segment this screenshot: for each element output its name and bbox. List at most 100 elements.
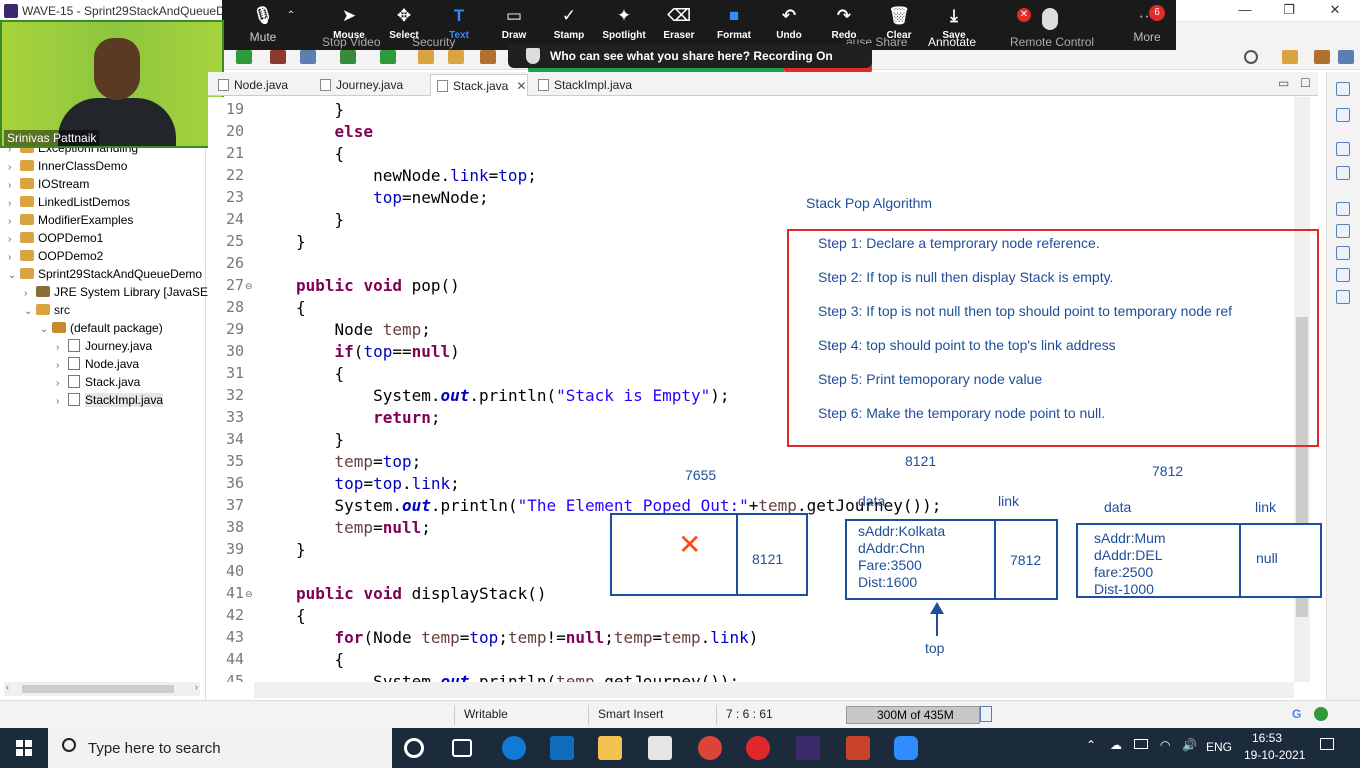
mail-icon[interactable] [550, 736, 574, 760]
fold-toggle-icon[interactable]: ⊖ [245, 281, 253, 292]
gc-trash-icon[interactable] [980, 706, 992, 722]
debug-icon[interactable] [270, 50, 286, 64]
language-indicator[interactable]: ENG [1206, 740, 1232, 754]
tree-item[interactable]: ⌄ Sprint29StackAndQueueDemo [8, 265, 202, 283]
zoom-tool-undo[interactable]: ↶ Undo [762, 0, 816, 50]
zoom-tool-mouse[interactable]: ➤ Mouse [322, 0, 376, 50]
powerpoint-icon[interactable] [846, 736, 870, 760]
java-file-icon [538, 79, 549, 91]
search-tool-icon[interactable] [480, 50, 496, 64]
tab-journey-java[interactable]: Journey.java [314, 74, 403, 96]
participant-video[interactable]: Srinivas Pattnaik [0, 20, 224, 148]
restore-view-icon-2[interactable] [1336, 142, 1350, 156]
move-icon: ✥ [396, 6, 412, 25]
close-annotation-icon[interactable]: ✕ [1017, 8, 1031, 22]
edge-browser-icon[interactable] [502, 736, 526, 760]
taskbar-search[interactable]: Type here to search [48, 728, 392, 768]
tree-item[interactable]: › Journey.java [56, 337, 152, 355]
clock-time[interactable]: 16:53 [1252, 731, 1282, 745]
zoom-tool-format[interactable]: ■ Format [707, 0, 761, 50]
sync-status-icon[interactable] [1314, 707, 1328, 721]
minimize-button[interactable]: — [1230, 2, 1260, 17]
javadoc-view-icon[interactable] [1336, 246, 1350, 260]
chrome-icon[interactable] [698, 736, 722, 760]
recording-notice[interactable]: Who can see what you share here? Recordi… [508, 44, 872, 68]
mute-button[interactable]: 🎙 Mute [240, 0, 286, 50]
explorer-scroll-thumb[interactable] [22, 685, 174, 693]
clock-date[interactable]: 19-10-2021 [1244, 748, 1305, 762]
scroll-right-icon[interactable]: › [195, 682, 198, 692]
tree-item[interactable]: ⌄ src [24, 301, 70, 319]
search-icon[interactable] [1244, 50, 1258, 64]
task-view-icon[interactable] [452, 739, 472, 757]
zoom-tool-select[interactable]: ✥ Select [377, 0, 431, 50]
tree-item[interactable]: › OOPDemo2 [8, 247, 103, 265]
tree-item[interactable]: › StackImpl.java [56, 391, 164, 411]
tray-expand-icon[interactable]: ⌃ [1086, 738, 1096, 752]
coverage-icon[interactable] [340, 50, 356, 64]
zoom-tool-eraser[interactable]: ⌫ Eraser [652, 0, 706, 50]
mute-options-chevron-icon[interactable]: ⌃ [286, 0, 296, 50]
google-icon[interactable]: G [1292, 707, 1301, 721]
opera-icon[interactable] [746, 736, 770, 760]
restore-view-icon[interactable] [1336, 82, 1350, 96]
tab-node-java[interactable]: Node.java [212, 74, 288, 96]
tab-stack-java[interactable]: Stack.java ✕ [430, 74, 528, 96]
tree-item[interactable]: › ModifierExamples [8, 211, 133, 229]
tree-item[interactable]: › IOStream [8, 175, 89, 193]
run-icon[interactable] [236, 50, 252, 64]
fold-toggle-icon[interactable]: ⊖ [245, 589, 253, 600]
close-tab-icon[interactable]: ✕ [516, 79, 526, 93]
start-button[interactable] [16, 740, 32, 756]
problems-view-icon[interactable] [1336, 224, 1350, 238]
zoom-tool-stamp[interactable]: ✓ Stamp [542, 0, 596, 50]
java-ee-perspective-icon[interactable] [1314, 50, 1330, 64]
restore-view-icon-3[interactable] [1336, 202, 1350, 216]
expanded-chevron-icon[interactable]: ⌄ [8, 267, 20, 285]
tree-item[interactable]: › Node.java [56, 355, 139, 373]
java-perspective-icon[interactable] [1338, 50, 1354, 64]
zoom-tool-text[interactable]: T Text [432, 0, 486, 50]
new-icon[interactable] [300, 50, 316, 64]
cloud-icon[interactable]: ☁ [1110, 738, 1122, 752]
console-view-icon[interactable] [1336, 290, 1350, 304]
wifi-icon[interactable]: ◠ [1160, 738, 1170, 752]
collapsed-chevron-icon[interactable]: › [56, 393, 68, 411]
tree-item[interactable]: › Stack.java [56, 373, 140, 391]
zoom-tool-spotlight[interactable]: ✦ Spotlight [597, 0, 651, 50]
scroll-left-icon[interactable]: ‹ [6, 682, 9, 692]
run-last-icon[interactable] [380, 50, 396, 64]
restore-button[interactable]: ❐ [1274, 2, 1304, 18]
eclipse-taskbar-icon[interactable] [796, 736, 820, 760]
zoom-tool-draw[interactable]: ▭ Draw [487, 0, 541, 50]
tree-item[interactable]: › LinkedListDemos [8, 193, 130, 211]
outline-view-icon[interactable] [1336, 108, 1350, 122]
declaration-view-icon[interactable] [1336, 268, 1350, 282]
tree-item[interactable]: ⌄ (default package) [40, 319, 163, 337]
open-perspective-icon[interactable] [1282, 50, 1298, 64]
line-number: 45 [225, 672, 244, 682]
cortana-icon[interactable] [404, 738, 424, 758]
heap-status[interactable]: 300M of 435M [846, 706, 980, 724]
minimize-editor-icon[interactable]: ▭ [1278, 76, 1289, 90]
zoom-icon[interactable] [894, 736, 918, 760]
volume-icon[interactable]: 🔊 [1182, 738, 1197, 752]
close-button[interactable]: ✕ [1320, 2, 1350, 18]
explorer-horizontal-scrollbar[interactable]: ‹ › [4, 682, 200, 696]
notifications-icon[interactable] [1320, 738, 1334, 750]
algorithm-step-5: Step 5: Print temoporary node value [818, 371, 1043, 387]
tree-item[interactable]: › InnerClassDemo [8, 157, 127, 175]
expanded-chevron-icon[interactable]: ⌄ [24, 303, 36, 321]
open-folder-icon[interactable] [418, 50, 434, 64]
editor-horizontal-scrollbar[interactable] [254, 682, 1294, 698]
hierarchy-view-icon[interactable] [1336, 166, 1350, 180]
expanded-chevron-icon[interactable]: ⌄ [40, 321, 52, 339]
file-explorer-icon[interactable] [598, 736, 622, 760]
tree-item[interactable]: › JRE System Library [JavaSE- [24, 283, 212, 301]
maximize-editor-icon[interactable]: ☐ [1300, 76, 1311, 90]
battery-icon[interactable] [1134, 739, 1148, 749]
open-type-icon[interactable] [448, 50, 464, 64]
tab-stackimpl-java[interactable]: StackImpl.java [532, 74, 632, 96]
tree-item[interactable]: › OOPDemo1 [8, 229, 103, 247]
store-icon[interactable] [648, 736, 672, 760]
